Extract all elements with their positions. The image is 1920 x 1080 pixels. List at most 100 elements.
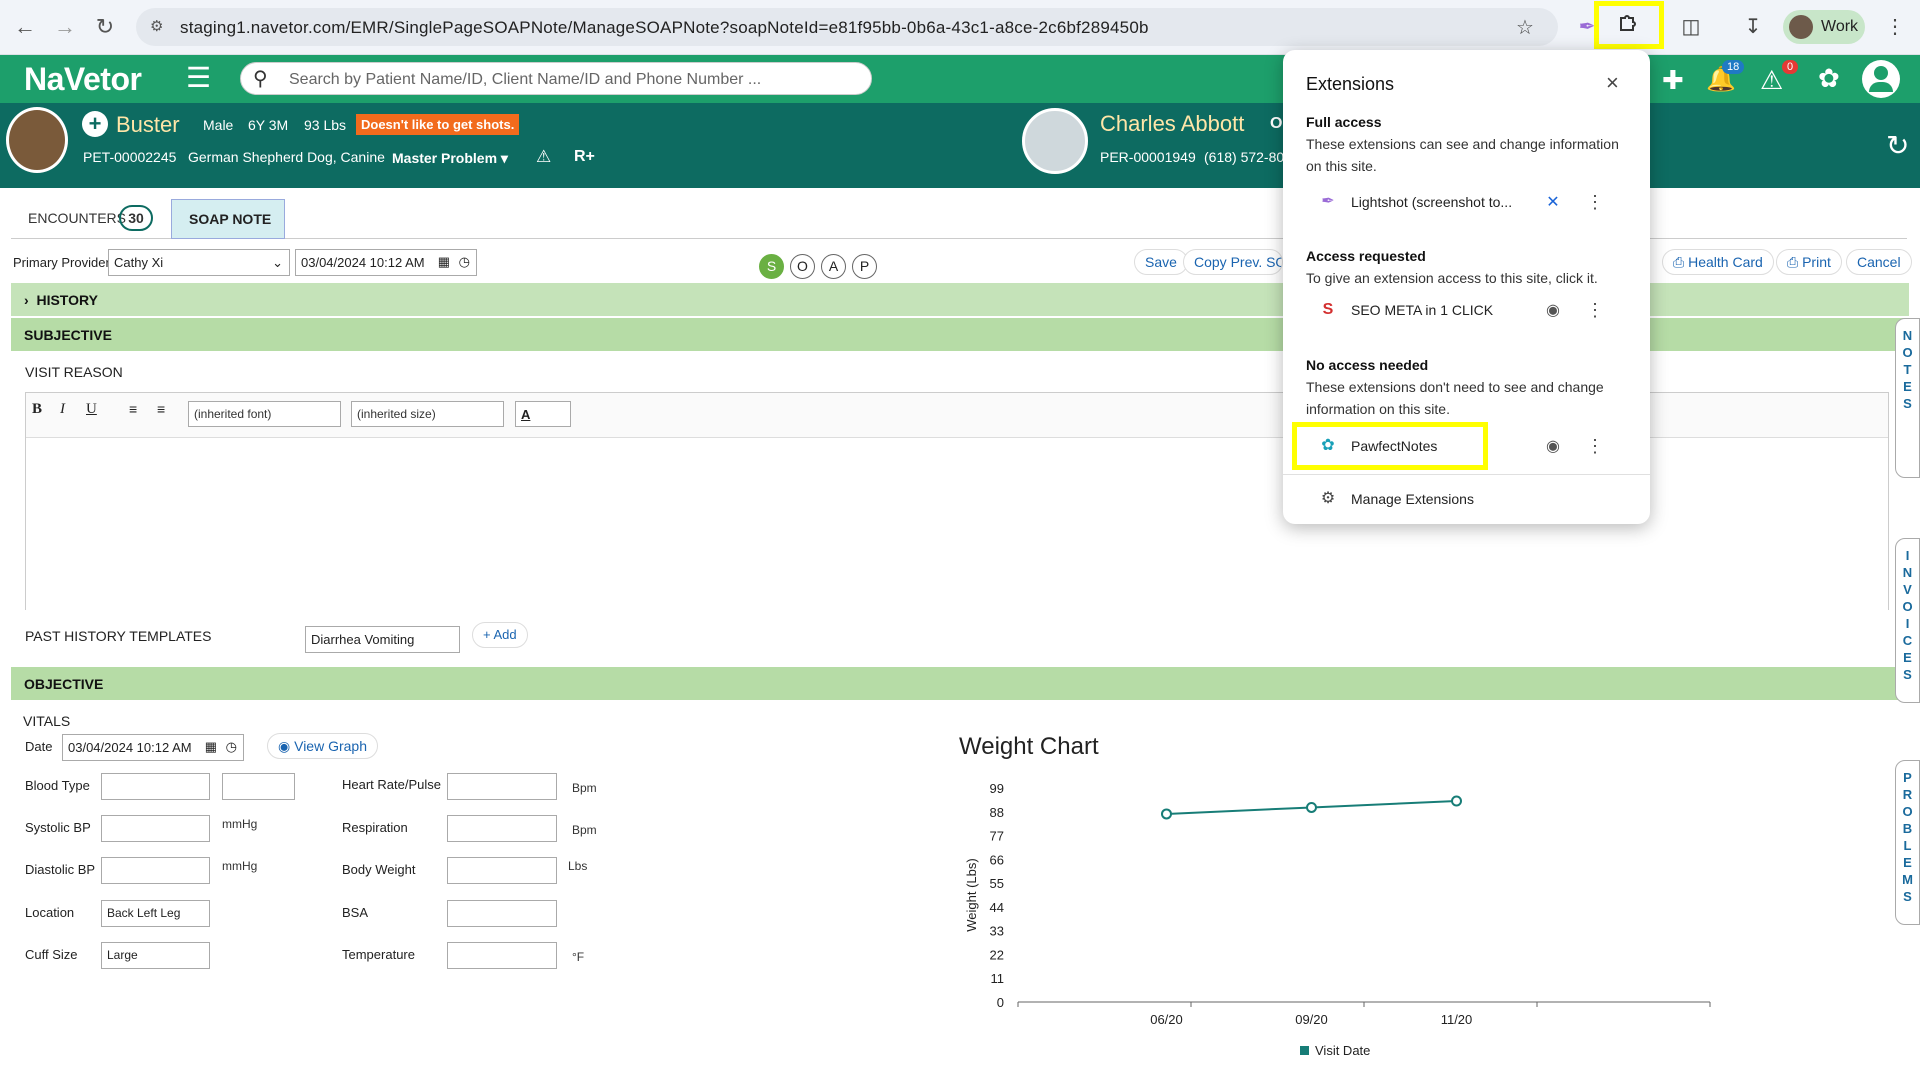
respiration-input[interactable]: [447, 815, 557, 842]
italic-icon[interactable]: I: [60, 401, 65, 418]
add-user-icon[interactable]: ✚: [1662, 65, 1684, 96]
location-value: Back Left Leg: [107, 906, 181, 920]
x-tick-label: 11/20: [1441, 1012, 1473, 1027]
add-plus-icon[interactable]: +: [82, 111, 108, 137]
reload-icon[interactable]: ↻: [90, 12, 120, 42]
soap-p-button[interactable]: P: [852, 254, 877, 279]
numbered-list-icon[interactable]: ≡: [157, 401, 165, 417]
patient-sex: Male: [203, 117, 234, 133]
browser-menu-icon[interactable]: ⋮: [1880, 12, 1910, 42]
site-settings-icon[interactable]: ⚙: [150, 17, 163, 35]
body-weight-unit: Lbs: [568, 859, 588, 873]
y-axis-label: Weight (Lbs): [964, 858, 979, 931]
add-template-button[interactable]: + Add: [472, 622, 528, 648]
blood-type-label: Blood Type: [25, 778, 90, 793]
body-weight-label: Body Weight: [342, 862, 416, 877]
clock-icon[interactable]: ◷: [459, 254, 470, 270]
side-tab-notes[interactable]: NOTES: [1895, 318, 1920, 478]
patient-photo: [6, 107, 68, 173]
bsa-label: BSA: [342, 905, 369, 920]
bold-icon[interactable]: B: [32, 401, 42, 418]
soap-s-button[interactable]: S: [759, 254, 784, 279]
extension-row-lightshot[interactable]: ✒ Lightshot (screenshot to... ✕ ⋮: [1291, 182, 1642, 222]
more-options-icon[interactable]: ⋮: [1586, 300, 1604, 320]
paw-icon[interactable]: ✿: [1818, 63, 1840, 94]
y-tick-label: 11: [991, 971, 1005, 986]
systolic-input[interactable]: [101, 815, 210, 842]
soap-a-button[interactable]: A: [821, 254, 846, 279]
alert-triangle-icon[interactable]: ⚠: [1760, 65, 1783, 96]
downloads-icon[interactable]: ↧: [1738, 12, 1768, 42]
cancel-button[interactable]: Cancel: [1846, 249, 1912, 275]
y-tick-label: 88: [990, 805, 1004, 820]
history-title: HISTORY: [36, 292, 98, 308]
clock-icon[interactable]: ◷: [226, 739, 237, 755]
user-avatar[interactable]: [1862, 60, 1900, 98]
font-family-select[interactable]: (inherited font): [188, 401, 341, 427]
tab-search-icon[interactable]: ◫: [1676, 12, 1706, 42]
rx-label[interactable]: R+: [574, 148, 595, 166]
side-tab-problems[interactable]: PROBLEMS: [1895, 760, 1920, 925]
pin-icon[interactable]: ◉: [1543, 300, 1563, 320]
blood-type-input[interactable]: [101, 773, 210, 800]
heart-rate-label: Heart Rate/Pulse: [342, 777, 441, 792]
hamburger-menu-icon[interactable]: ☰: [186, 61, 211, 94]
side-tab-invoices[interactable]: INVOICES: [1895, 538, 1920, 703]
client-name[interactable]: Charles Abbott: [1100, 111, 1244, 137]
address-bar[interactable]: ⚙ staging1.navetor.com/EMR/SinglePageSOA…: [136, 8, 1558, 46]
calendar-icon[interactable]: ▦: [205, 739, 217, 755]
patient-breed: German Shepherd Dog, Canine: [188, 149, 385, 165]
past-history-select[interactable]: Diarrhea Vomiting: [305, 626, 460, 653]
calendar-icon[interactable]: ▦: [438, 254, 450, 270]
vitals-date-input[interactable]: 03/04/2024 10:12 AM ▦ ◷: [62, 734, 244, 761]
heart-rate-unit: Bpm: [572, 781, 597, 795]
bsa-input[interactable]: [447, 900, 557, 927]
bullet-list-icon[interactable]: ≡: [129, 401, 137, 417]
soap-o-button[interactable]: O: [790, 254, 815, 279]
save-button[interactable]: Save: [1134, 249, 1188, 275]
browser-toolbar: ← → ↻ ⚙ staging1.navetor.com/EMR/SingleP…: [0, 0, 1920, 55]
underline-icon[interactable]: U: [86, 401, 97, 418]
pin-icon[interactable]: ◉: [1543, 436, 1563, 456]
tab-soap-note[interactable]: SOAP NOTE: [171, 199, 285, 239]
cuff-size-select[interactable]: Large: [101, 942, 210, 969]
extension-row-seo-meta[interactable]: S SEO META in 1 CLICK ◉ ⋮: [1291, 290, 1642, 330]
font-size-select[interactable]: (inherited size): [351, 401, 504, 427]
forward-icon[interactable]: →: [50, 12, 80, 42]
warning-icon[interactable]: ⚠: [536, 147, 551, 167]
diastolic-input[interactable]: [101, 857, 210, 884]
x-tick-label: 06/20: [1150, 1012, 1183, 1027]
copy-prev-soap-button[interactable]: Copy Prev. SOA: [1183, 249, 1283, 275]
tab-encounters[interactable]: ENCOUNTERS 30: [28, 205, 153, 231]
bookmark-star-icon[interactable]: ☆: [1516, 15, 1534, 40]
past-history-value: Diarrhea Vomiting: [311, 632, 415, 647]
primary-provider-select[interactable]: Cathy Xi ⌄: [108, 249, 290, 276]
blood-type-select[interactable]: [222, 773, 295, 800]
master-problem-dropdown[interactable]: Master Problem ▾: [392, 150, 508, 167]
unpin-icon[interactable]: ✕: [1543, 192, 1563, 212]
print-button[interactable]: ⎙ Print: [1776, 249, 1842, 275]
location-select[interactable]: Back Left Leg: [101, 900, 210, 927]
back-icon[interactable]: ←: [10, 12, 40, 42]
more-options-icon[interactable]: ⋮: [1586, 436, 1604, 456]
view-graph-button[interactable]: ◉ View Graph: [267, 733, 379, 759]
patient-search-input[interactable]: ⚲ Search by Patient Name/ID, Client Name…: [240, 62, 872, 95]
more-options-icon[interactable]: ⋮: [1586, 192, 1604, 212]
soap-datetime-input[interactable]: 03/04/2024 10:12 AM ▦ ◷: [295, 249, 477, 276]
extension-row-pawfectnotes[interactable]: ✿ PawfectNotes ◉ ⋮: [1291, 426, 1642, 466]
patient-name[interactable]: Buster: [116, 112, 180, 138]
extensions-puzzle-icon[interactable]: [1613, 12, 1643, 42]
temperature-input[interactable]: [447, 942, 557, 969]
health-card-button[interactable]: ⎙ Health Card: [1662, 249, 1774, 275]
close-icon[interactable]: ×: [1606, 70, 1619, 96]
brand-logo[interactable]: NaVetor: [24, 61, 142, 98]
text-color-icon: A: [521, 407, 531, 422]
profile-chip[interactable]: Work: [1783, 10, 1865, 44]
refresh-icon[interactable]: ↻: [1886, 129, 1909, 162]
patient-weight: 93 Lbs: [304, 117, 347, 133]
body-weight-input[interactable]: [447, 857, 557, 884]
master-problem-label: Master Problem: [392, 150, 498, 166]
text-color-picker[interactable]: A: [515, 401, 571, 427]
manage-extensions-row[interactable]: ⚙ Manage Extensions: [1291, 480, 1642, 518]
heart-rate-input[interactable]: [447, 773, 557, 800]
